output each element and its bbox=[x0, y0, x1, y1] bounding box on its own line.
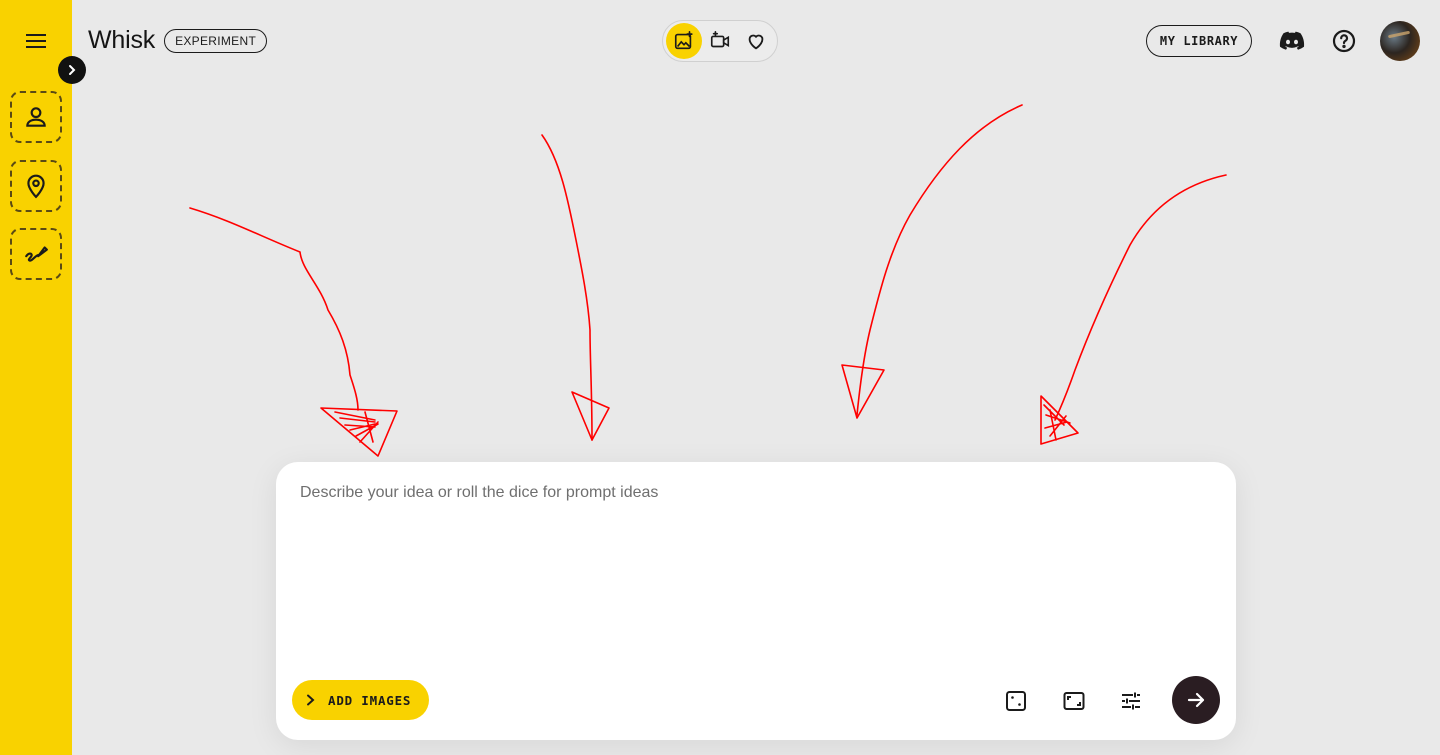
annotation-arrow-3 bbox=[856, 104, 1023, 416]
subject-slot[interactable] bbox=[10, 91, 62, 143]
app-title: Whisk bbox=[88, 26, 156, 54]
my-library-button[interactable]: MY LIBRARY bbox=[1146, 25, 1252, 57]
dice-icon bbox=[1006, 691, 1026, 711]
location-pin-icon bbox=[27, 174, 45, 199]
annotation-arrow-1 bbox=[189, 207, 359, 411]
prompt-card: ADD IMAGES bbox=[276, 462, 1236, 740]
chevron-right-icon bbox=[307, 694, 315, 706]
user-avatar[interactable] bbox=[1380, 21, 1420, 61]
annotation-arrow-2 bbox=[541, 134, 593, 441]
image-sparkle-icon bbox=[674, 31, 693, 50]
arrow-right-icon bbox=[1187, 692, 1205, 708]
expand-sidebar-button[interactable] bbox=[58, 56, 86, 84]
video-mode-button[interactable] bbox=[702, 23, 738, 59]
annotation-arrow-4 bbox=[1054, 174, 1227, 421]
discord-icon bbox=[1279, 31, 1305, 50]
style-slot[interactable] bbox=[10, 228, 62, 280]
brush-stroke-icon bbox=[25, 246, 48, 262]
aspect-ratio-icon bbox=[1063, 692, 1085, 710]
mode-switch bbox=[662, 20, 778, 62]
menu-button[interactable] bbox=[20, 26, 52, 56]
image-mode-button[interactable] bbox=[666, 23, 702, 59]
scene-slot[interactable] bbox=[10, 160, 62, 212]
left-sidebar bbox=[0, 0, 72, 755]
brand: Whisk EXPERIMENT bbox=[88, 26, 268, 55]
send-button[interactable] bbox=[1172, 676, 1220, 724]
settings-sliders-icon bbox=[1122, 692, 1140, 710]
help-circle-icon bbox=[1332, 29, 1356, 53]
discord-button[interactable] bbox=[1279, 28, 1305, 54]
aspect-ratio-button[interactable] bbox=[1059, 686, 1089, 716]
video-sparkle-icon bbox=[710, 31, 730, 48]
person-icon bbox=[26, 107, 46, 127]
experiment-badge: EXPERIMENT bbox=[164, 28, 268, 53]
settings-button[interactable] bbox=[1116, 686, 1146, 716]
chevron-right-icon bbox=[69, 65, 76, 75]
prompt-input[interactable] bbox=[300, 484, 1200, 644]
add-images-button[interactable]: ADD IMAGES bbox=[292, 680, 429, 720]
favorites-mode-button[interactable] bbox=[738, 23, 774, 59]
help-button[interactable] bbox=[1331, 28, 1357, 54]
random-prompt-button[interactable] bbox=[1001, 686, 1031, 716]
add-images-label: ADD IMAGES bbox=[328, 692, 412, 708]
heart-icon bbox=[748, 34, 764, 50]
hamburger-menu-icon bbox=[26, 34, 46, 48]
